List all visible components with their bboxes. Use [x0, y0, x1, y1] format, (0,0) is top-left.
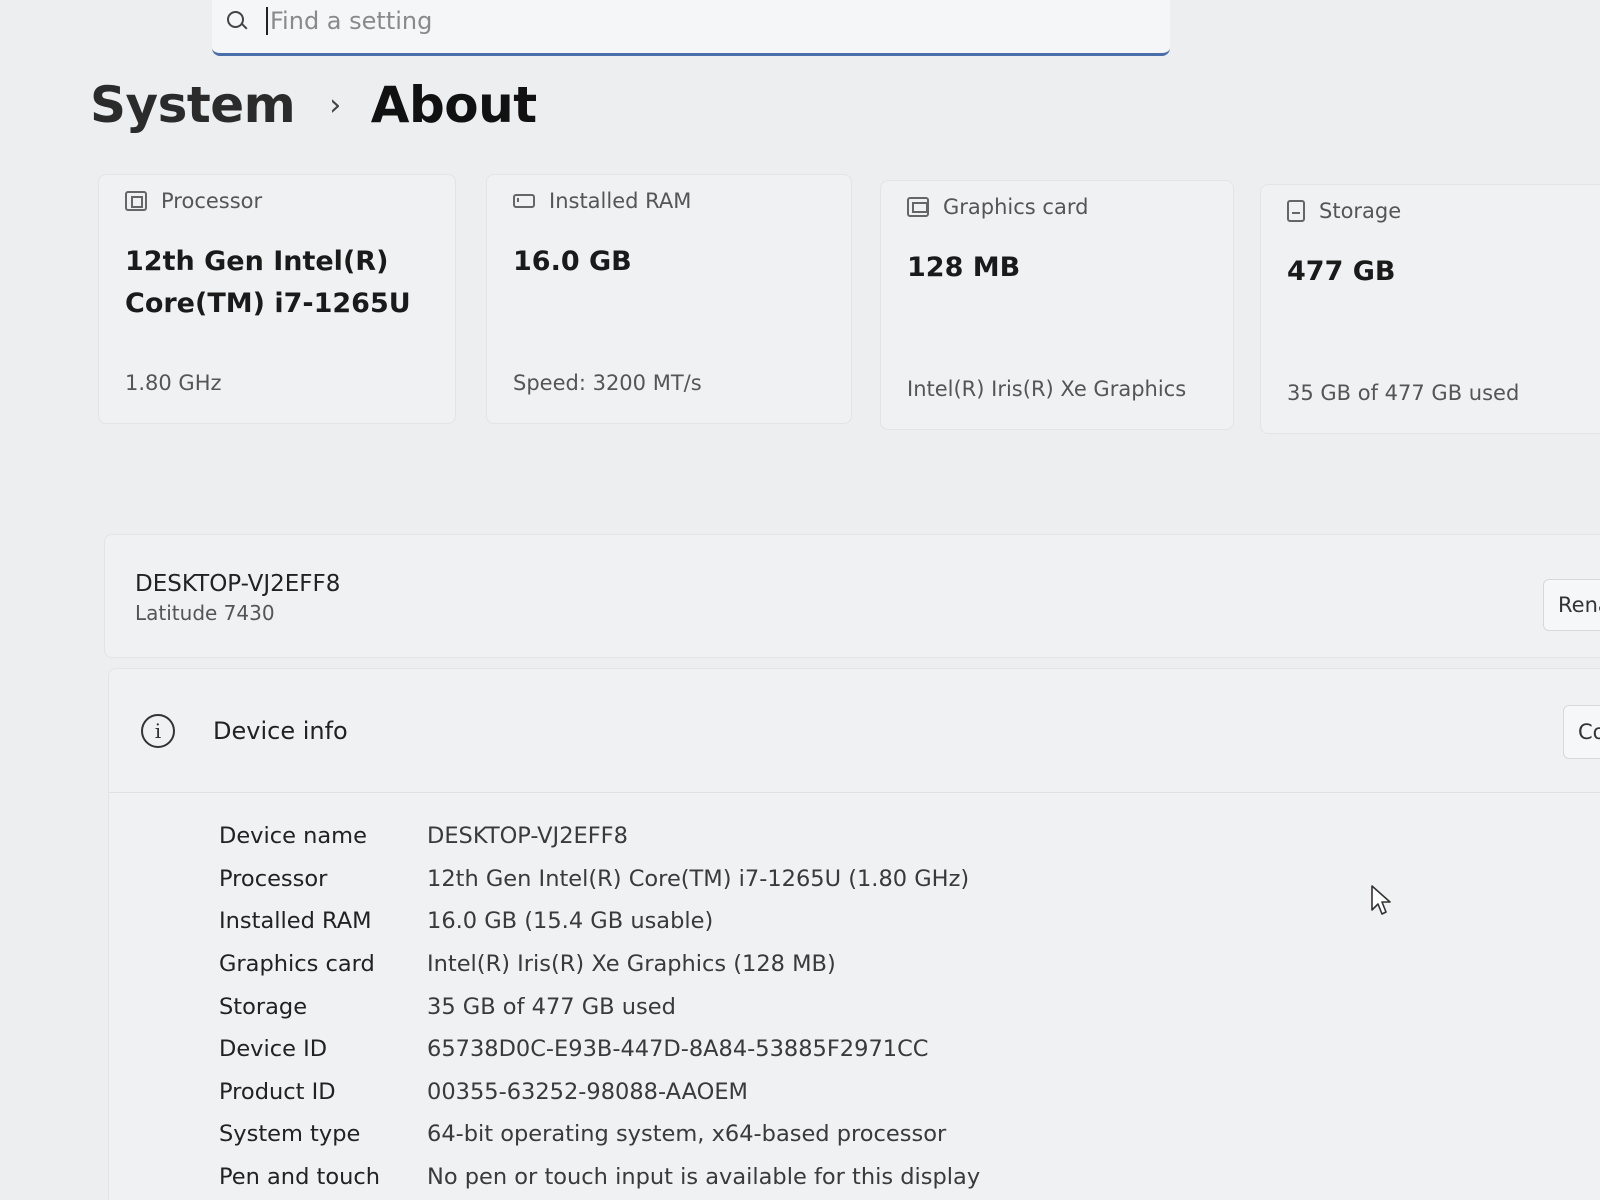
card-subtext: 1.80 GHz [125, 371, 222, 395]
card-subtext: Intel(R) Iris(R) Xe Graphics [907, 377, 1187, 401]
device-name: DESKTOP-VJ2EFF8 [135, 571, 341, 597]
device-name-row: DESKTOP-VJ2EFF8 Latitude 7430 Rename [104, 534, 1600, 658]
spec-row: Product ID 00355-63252-98088-AAOEM [219, 1071, 980, 1114]
spec-row: Device name DESKTOP-VJ2EFF8 [219, 815, 980, 858]
device-info-header[interactable]: i Device info Copy [109, 669, 1600, 793]
search-icon [226, 10, 248, 32]
spec-value: 12th Gen Intel(R) Core(TM) i7-1265U (1.8… [427, 865, 970, 892]
search-box[interactable] [212, 0, 1170, 56]
card-value: 477 GB [1287, 256, 1396, 287]
spec-cards: Processor 12th Gen Intel(R) Core(TM) i7-… [98, 174, 1600, 434]
spec-label: Installed RAM [219, 908, 372, 935]
processor-icon [125, 191, 147, 211]
card-subtext: 35 GB of 477 GB used [1287, 381, 1520, 405]
breadcrumb-system[interactable]: System [90, 76, 296, 134]
spec-value: 65738D0C-E93B-447D-8A84-53885F2971CC [427, 1036, 929, 1063]
copy-button[interactable]: Copy [1563, 705, 1600, 759]
card-value: 128 MB [907, 252, 1021, 283]
card-value: 16.0 GB [513, 246, 632, 277]
spec-value: 00355-63252-98088-AAOEM [427, 1078, 748, 1105]
spec-value: 16.0 GB (15.4 GB usable) [427, 908, 714, 935]
processor-card: Processor 12th Gen Intel(R) Core(TM) i7-… [98, 174, 456, 424]
spec-label: Pen and touch [219, 1164, 380, 1191]
rename-button[interactable]: Rename [1543, 579, 1600, 631]
spec-row: Installed RAM 16.0 GB (15.4 GB usable) [219, 900, 980, 943]
card-title: Storage [1319, 199, 1402, 223]
spec-label: Device name [219, 823, 367, 850]
card-title: Processor [161, 189, 263, 213]
device-spec-table: Device name DESKTOP-VJ2EFF8 Processor 12… [219, 815, 980, 1198]
spec-label: Device ID [219, 1036, 328, 1063]
info-icon: i [141, 713, 175, 748]
spec-value: DESKTOP-VJ2EFF8 [427, 823, 628, 850]
spec-row: Graphics card Intel(R) Iris(R) Xe Graphi… [219, 943, 980, 986]
spec-label: Processor [219, 865, 328, 892]
storage-icon [1287, 200, 1305, 222]
page-title: About [370, 76, 537, 134]
graphics-card-card: Graphics card 128 MB Intel(R) Iris(R) Xe… [880, 180, 1234, 430]
ram-card: Installed RAM 16.0 GB Speed: 3200 MT/s [486, 174, 852, 424]
spec-label: Storage [219, 993, 308, 1020]
spec-row: System type 64-bit operating system, x64… [219, 1113, 980, 1156]
spec-value: 64-bit operating system, x64-based proce… [427, 1121, 947, 1148]
settings-about-page: System › About Processor 12th Gen Intel(… [0, 0, 1600, 1200]
ram-icon [513, 194, 535, 208]
spec-value: 35 GB of 477 GB used [427, 993, 676, 1020]
spec-row: Device ID 65738D0C-E93B-447D-8A84-53885F… [219, 1028, 980, 1071]
storage-card: Storage 477 GB 35 GB of 477 GB used [1260, 184, 1600, 434]
card-subtext: Speed: 3200 MT/s [513, 371, 702, 395]
search-input[interactable] [266, 6, 866, 35]
card-title: Graphics card [943, 195, 1089, 219]
breadcrumb: System › About [90, 76, 537, 134]
spec-value: No pen or touch input is available for t… [427, 1164, 981, 1191]
spec-row: Processor 12th Gen Intel(R) Core(TM) i7-… [219, 858, 980, 901]
device-info-title: Device info [213, 716, 348, 745]
device-model: Latitude 7430 [135, 601, 275, 625]
spec-row: Pen and touch No pen or touch input is a… [219, 1156, 980, 1199]
spec-label: System type [219, 1121, 361, 1148]
spec-row: Storage 35 GB of 477 GB used [219, 985, 980, 1028]
spec-label: Product ID [219, 1078, 336, 1105]
device-info-section: i Device info Copy Device name DESKTOP-V… [108, 668, 1600, 1200]
spec-label: Graphics card [219, 951, 375, 978]
card-value: 12th Gen Intel(R) Core(TM) i7-1265U [125, 246, 411, 319]
card-title: Installed RAM [549, 189, 692, 213]
graphics-card-icon [907, 197, 929, 217]
spec-value: Intel(R) Iris(R) Xe Graphics (128 MB) [427, 951, 836, 978]
chevron-right-icon: › [329, 87, 341, 123]
